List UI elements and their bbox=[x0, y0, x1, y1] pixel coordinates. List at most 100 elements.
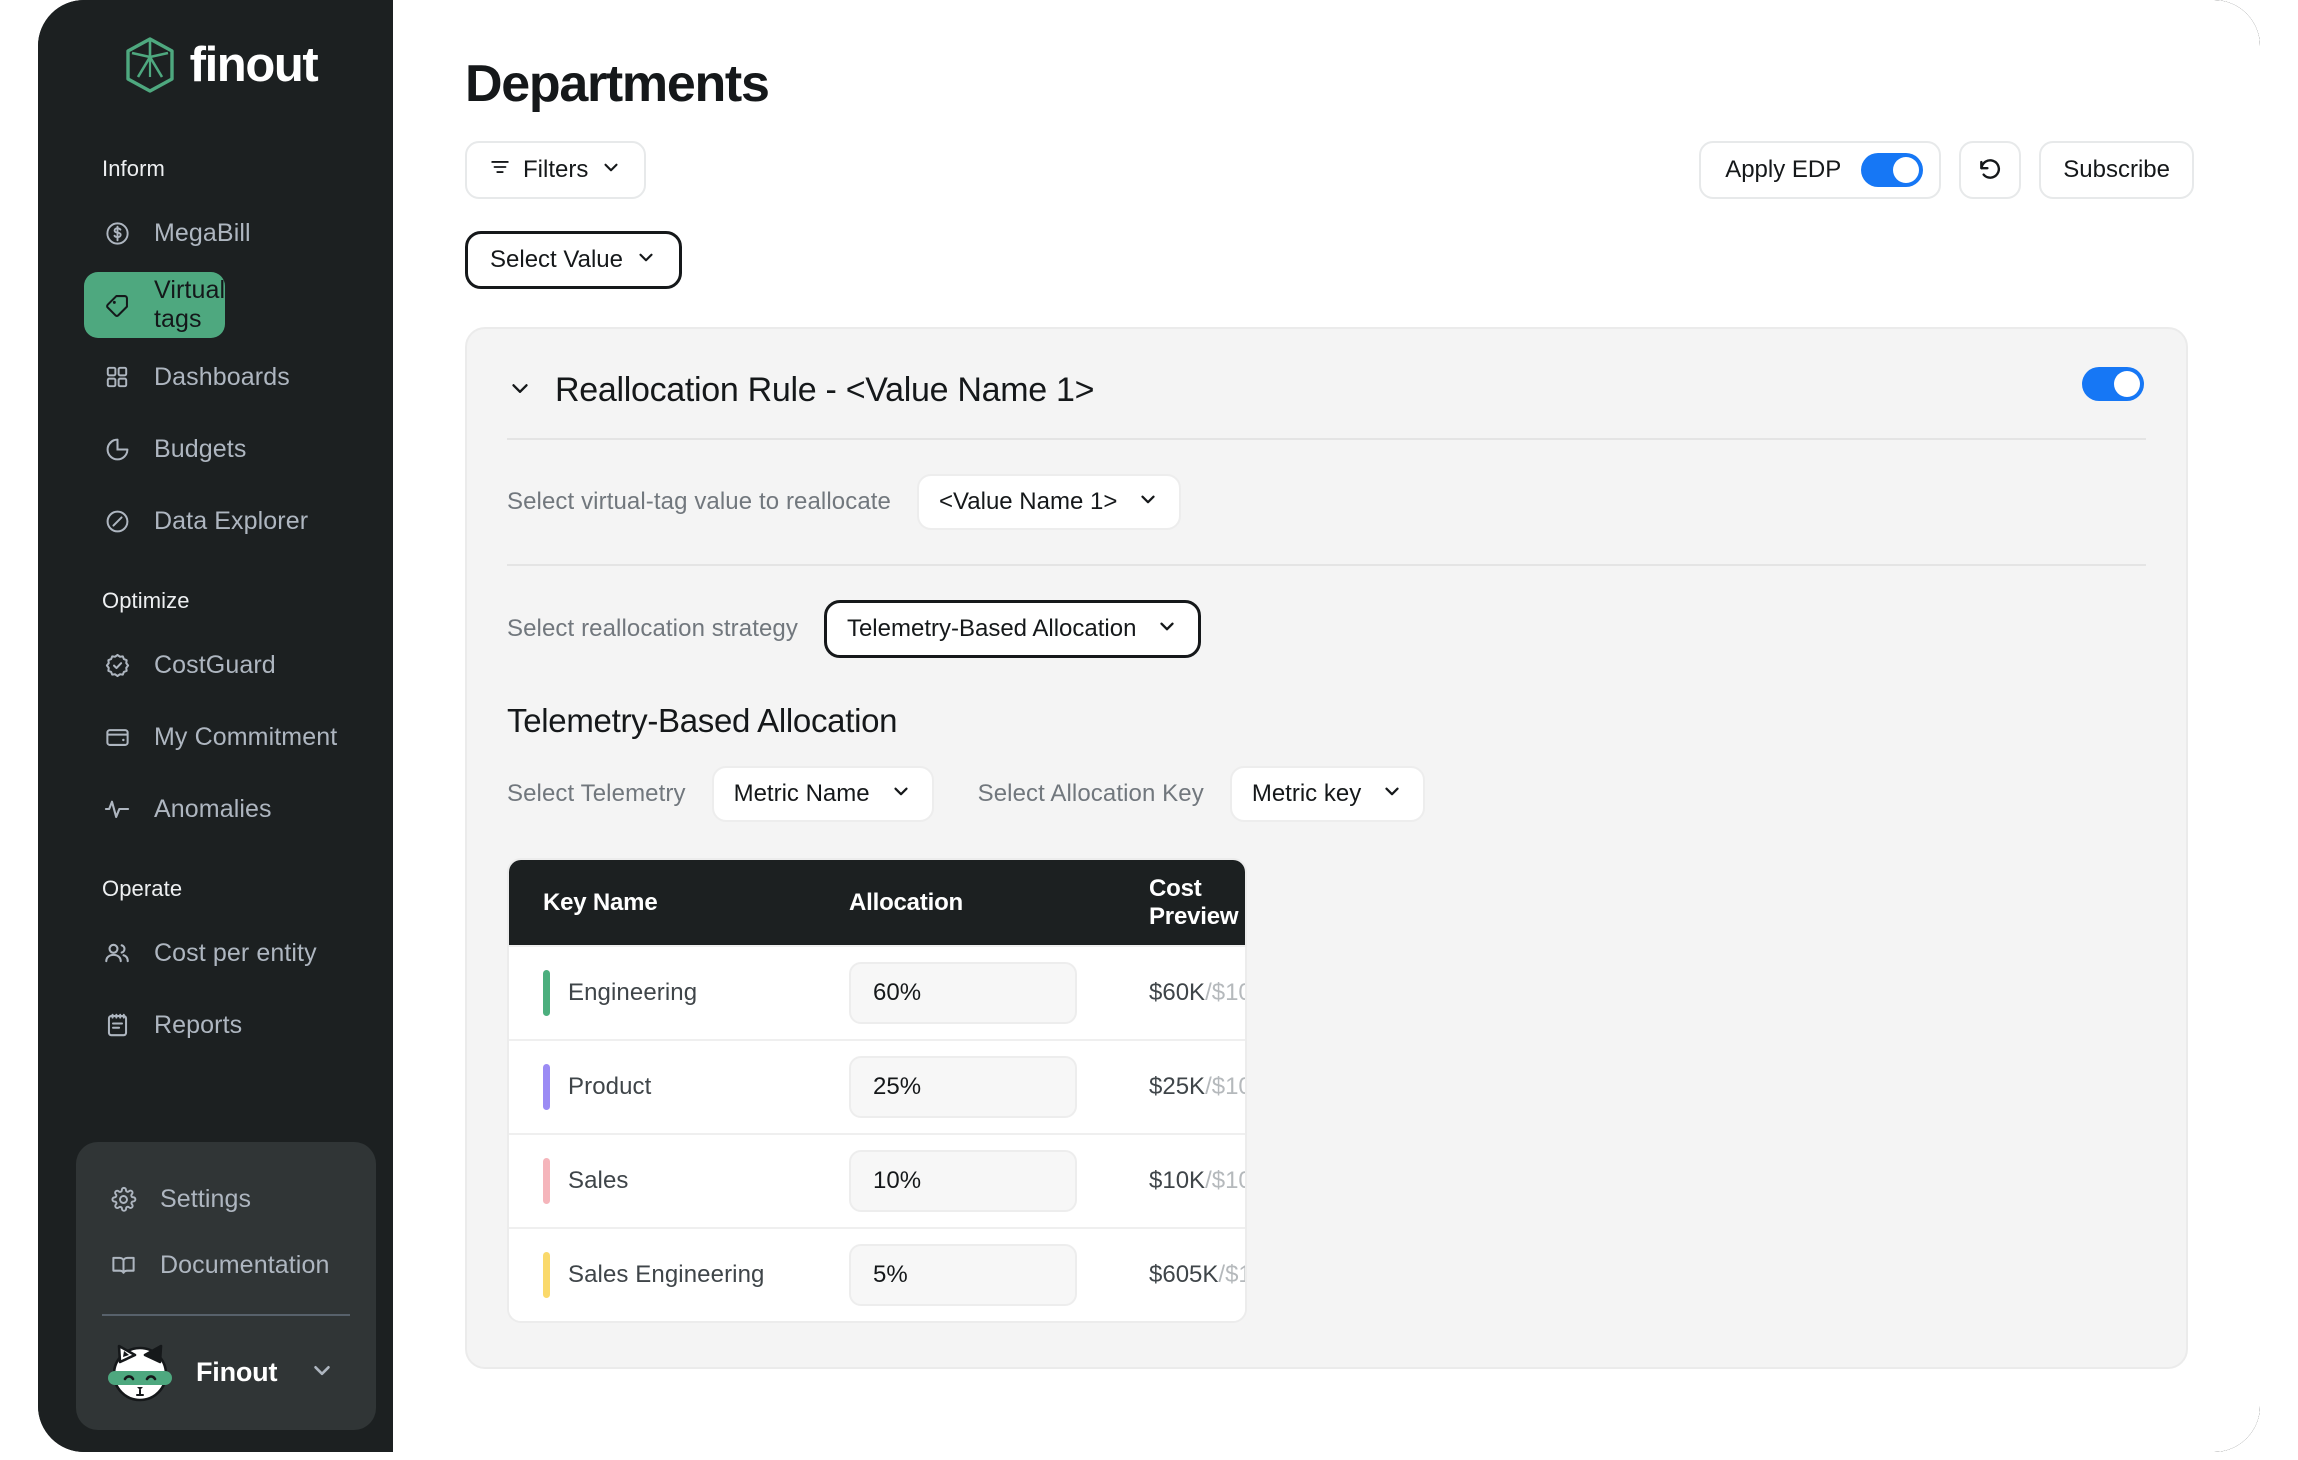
filter-icon bbox=[489, 156, 511, 185]
allocation-key-label: Select Allocation Key bbox=[978, 780, 1204, 808]
allocation-input[interactable]: 25% bbox=[849, 1056, 1077, 1118]
cost-total: /$100K bbox=[1205, 979, 1247, 1006]
filters-label: Filters bbox=[523, 156, 588, 184]
chevron-down-icon bbox=[1137, 488, 1159, 517]
row-key-name: Engineering bbox=[568, 979, 697, 1007]
chevron-down-icon bbox=[1156, 615, 1178, 644]
sidebar-item-label: Documentation bbox=[160, 1251, 329, 1280]
allocation-key-dropdown[interactable]: Metric key bbox=[1230, 766, 1425, 822]
chevron-down-icon[interactable] bbox=[507, 375, 533, 406]
refresh-ccw-icon bbox=[1977, 156, 2003, 185]
cost-total: /$100K bbox=[1205, 1073, 1247, 1100]
badge-check-icon bbox=[102, 650, 132, 680]
tag-icon bbox=[102, 290, 132, 320]
allocation-key-value: Metric key bbox=[1252, 780, 1361, 808]
cost-value: $25K bbox=[1149, 1073, 1205, 1100]
brand-name: finout bbox=[190, 41, 318, 90]
panel-title: Reallocation Rule - <Value Name 1> bbox=[555, 371, 1094, 410]
panel-header: Reallocation Rule - <Value Name 1> bbox=[467, 329, 2186, 410]
sidebar-item-label: Anomalies bbox=[154, 795, 272, 824]
refresh-button[interactable] bbox=[1959, 141, 2021, 199]
sidebar-item-costguard[interactable]: CostGuard bbox=[84, 632, 367, 698]
sidebar-item-anomalies[interactable]: Anomalies bbox=[84, 776, 367, 842]
table-row: Engineering 60% $60K/$100K bbox=[509, 945, 1245, 1039]
chevron-down-icon bbox=[890, 780, 912, 809]
cost-preview-cell: $25K/$100K bbox=[1149, 1073, 1247, 1101]
virtual-tag-row: Select virtual-tag value to reallocate <… bbox=[467, 474, 2186, 530]
row-color-accent bbox=[543, 1158, 550, 1204]
reallocation-rule-panel: Reallocation Rule - <Value Name 1> Selec… bbox=[465, 327, 2188, 1369]
strategy-dropdown[interactable]: Telemetry-Based Allocation bbox=[824, 600, 1201, 658]
strategy-row: Select reallocation strategy Telemetry-B… bbox=[467, 600, 2186, 658]
app-window: finout Inform MegaBill Virtual tags bbox=[38, 0, 2260, 1452]
cost-preview-cell: $10K/$100K bbox=[1149, 1167, 1247, 1195]
cost-preview-cell: $605K/$100K bbox=[1149, 1261, 1247, 1289]
column-header-allocation: Allocation bbox=[849, 889, 1149, 917]
allocation-input[interactable]: 5% bbox=[849, 1244, 1077, 1306]
page-title: Departments bbox=[465, 56, 2194, 113]
select-value-row: Select Value bbox=[465, 231, 2194, 289]
sidebar-item-label: MegaBill bbox=[154, 219, 251, 248]
allocation-value: 60% bbox=[873, 979, 921, 1007]
sidebar-bottom-panel: Settings Documentation bbox=[76, 1142, 376, 1430]
allocation-value: 5% bbox=[873, 1261, 908, 1289]
table-row: Product 25% $25K/$100K bbox=[509, 1039, 1245, 1133]
toolbar: Filters Apply EDP bbox=[465, 141, 2194, 199]
row-key-name: Sales bbox=[568, 1167, 629, 1195]
cost-value: $605K bbox=[1149, 1261, 1218, 1288]
allocation-value: 10% bbox=[873, 1167, 921, 1195]
compass-icon bbox=[102, 506, 132, 536]
select-value-dropdown[interactable]: Select Value bbox=[465, 231, 682, 289]
sidebar-item-megabill[interactable]: MegaBill bbox=[84, 200, 367, 266]
sidebar-item-label: My Commitment bbox=[154, 723, 337, 752]
row-key-name: Sales Engineering bbox=[568, 1261, 765, 1289]
sidebar-item-budgets[interactable]: Budgets bbox=[84, 416, 367, 482]
panel-divider-2 bbox=[507, 564, 2146, 566]
sidebar-item-label: Data Explorer bbox=[154, 507, 308, 536]
sidebar-divider bbox=[102, 1314, 350, 1316]
chevron-down-icon bbox=[309, 1357, 335, 1388]
table-row: Sales 10% $10K/$100K bbox=[509, 1133, 1245, 1227]
sidebar-item-label: Reports bbox=[154, 1011, 242, 1040]
account-switcher[interactable]: Finout bbox=[76, 1328, 376, 1412]
dollar-circle-icon bbox=[102, 218, 132, 248]
column-header-cost-preview: Cost Preview bbox=[1149, 875, 1245, 931]
row-color-accent bbox=[543, 1064, 550, 1110]
account-name: Finout bbox=[196, 1357, 277, 1388]
nav-section-optimize: Optimize bbox=[38, 588, 393, 614]
filters-button[interactable]: Filters bbox=[465, 141, 646, 199]
brand-logo[interactable]: finout bbox=[38, 0, 393, 130]
chevron-down-icon bbox=[1381, 780, 1403, 809]
allocation-input[interactable]: 10% bbox=[849, 1150, 1077, 1212]
subscribe-button[interactable]: Subscribe bbox=[2039, 141, 2194, 199]
allocation-input[interactable]: 60% bbox=[849, 962, 1077, 1024]
sidebar: finout Inform MegaBill Virtual tags bbox=[38, 0, 393, 1452]
strategy-value: Telemetry-Based Allocation bbox=[847, 615, 1136, 643]
sidebar-item-my-commitment[interactable]: My Commitment bbox=[84, 704, 367, 770]
cost-value: $60K bbox=[1149, 979, 1205, 1006]
sidebar-item-documentation[interactable]: Documentation bbox=[90, 1234, 362, 1296]
cat-avatar-icon bbox=[106, 1338, 174, 1406]
sidebar-item-virtual-tags[interactable]: Virtual tags bbox=[84, 272, 225, 338]
telemetry-dropdown[interactable]: Metric Name bbox=[712, 766, 934, 822]
rule-enabled-switch[interactable] bbox=[2082, 367, 2144, 401]
telemetry-row: Select Telemetry Metric Name Select Allo… bbox=[467, 766, 2186, 822]
notebook-icon bbox=[102, 1010, 132, 1040]
telemetry-value: Metric Name bbox=[734, 780, 870, 808]
sidebar-item-label: Virtual tags bbox=[154, 276, 225, 334]
sidebar-item-reports[interactable]: Reports bbox=[84, 992, 367, 1058]
users-icon bbox=[102, 938, 132, 968]
select-value-label: Select Value bbox=[490, 246, 623, 274]
sidebar-item-label: Cost per entity bbox=[154, 939, 317, 968]
virtual-tag-value-dropdown[interactable]: <Value Name 1> bbox=[917, 474, 1181, 530]
nav-section-operate: Operate bbox=[38, 876, 393, 902]
apply-edp-switch[interactable] bbox=[1861, 153, 1923, 187]
virtual-tag-value: <Value Name 1> bbox=[939, 488, 1117, 516]
panel-divider bbox=[507, 438, 2146, 440]
apply-edp-toggle[interactable]: Apply EDP bbox=[1699, 141, 1941, 199]
sidebar-item-data-explorer[interactable]: Data Explorer bbox=[84, 488, 367, 554]
sidebar-item-dashboards[interactable]: Dashboards bbox=[84, 344, 367, 410]
sidebar-item-cost-per-entity[interactable]: Cost per entity bbox=[84, 920, 367, 986]
sidebar-item-label: Settings bbox=[160, 1185, 251, 1214]
sidebar-item-settings[interactable]: Settings bbox=[90, 1168, 362, 1230]
